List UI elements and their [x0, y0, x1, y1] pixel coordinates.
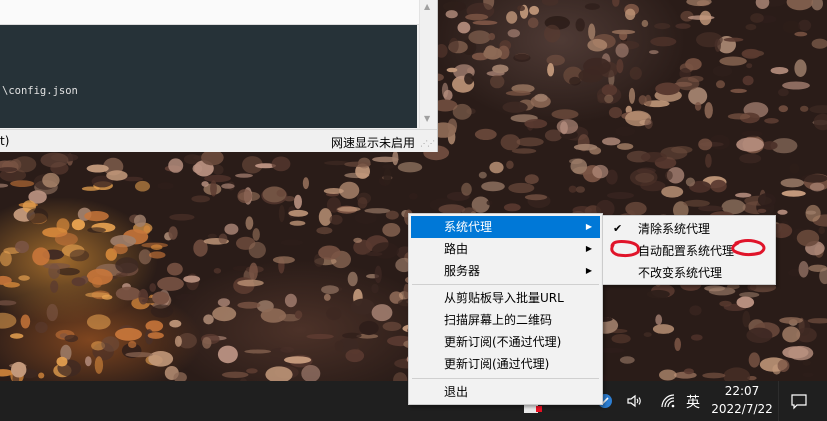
- taskbar-divider: [778, 381, 779, 421]
- log-line: \config.json: [2, 85, 78, 97]
- submenu-item-clear-proxy[interactable]: ✔ 清除系统代理: [605, 218, 773, 240]
- chevron-right-icon: ▶: [585, 266, 592, 275]
- wifi-icon[interactable]: [660, 393, 676, 409]
- checkmark-icon: ✔: [613, 222, 623, 235]
- menu-separator: [412, 284, 599, 285]
- notification-icon[interactable]: [790, 392, 808, 410]
- chevron-right-icon: ▶: [585, 244, 592, 253]
- menu-separator: [412, 378, 599, 379]
- clock-time[interactable]: 22:07: [714, 384, 770, 398]
- ime-indicator[interactable]: 英: [686, 392, 700, 412]
- system-proxy-submenu: ✔ 清除系统代理 自动配置系统代理 不改变系统代理: [602, 215, 776, 285]
- submenu-item-label: 清除系统代理: [638, 222, 711, 236]
- log-pane[interactable]: \config.json: [0, 25, 417, 128]
- menu-item-routing[interactable]: 路由 ▶: [411, 238, 600, 260]
- menu-item-label: 从剪贴板导入批量URL: [444, 291, 564, 305]
- menu-item-update-sub-direct[interactable]: 更新订阅(不通过代理): [411, 331, 600, 353]
- status-left-text: t): [0, 134, 10, 148]
- speaker-icon[interactable]: [626, 393, 642, 409]
- menu-item-import-clipboard[interactable]: 从剪贴板导入批量URL: [411, 287, 600, 309]
- menu-item-label: 退出: [444, 385, 469, 399]
- speed-display-status: 网速显示未启用: [330, 136, 415, 150]
- resize-grip-icon[interactable]: ⋰⋰: [420, 139, 435, 148]
- menu-item-label: 服务器: [444, 264, 481, 278]
- menu-item-label: 系统代理: [444, 220, 493, 234]
- menu-item-update-sub-proxy[interactable]: 更新订阅(通过代理): [411, 353, 600, 375]
- menu-item-label: 更新订阅(通过代理): [444, 357, 550, 371]
- submenu-item-auto-proxy[interactable]: 自动配置系统代理: [605, 240, 773, 262]
- submenu-item-label: 不改变系统代理: [638, 266, 723, 280]
- menu-item-system-proxy[interactable]: 系统代理 ▶: [411, 216, 600, 238]
- menu-item-scan-qr[interactable]: 扫描屏幕上的二维码: [411, 309, 600, 331]
- chevron-right-icon: ▶: [585, 222, 592, 231]
- menu-item-label: 更新订阅(不通过代理): [444, 335, 562, 349]
- submenu-item-label: 自动配置系统代理: [638, 244, 735, 258]
- scroll-up-icon[interactable]: ▲: [424, 2, 430, 11]
- status-bar: t) 网速显示未启用 ⋰⋰: [0, 129, 437, 152]
- menu-item-exit[interactable]: 退出: [411, 381, 600, 403]
- submenu-item-no-change[interactable]: 不改变系统代理: [605, 262, 773, 284]
- v2rayn-main-window: \config.json ▲ ▼ t) 网速显示未启用 ⋰⋰: [0, 0, 438, 152]
- scroll-down-icon[interactable]: ▼: [424, 114, 430, 123]
- window-toolbar: [0, 0, 419, 25]
- menu-item-label: 路由: [444, 242, 469, 256]
- tray-context-menu: 系统代理 ▶ 路由 ▶ 服务器 ▶ 从剪贴板导入批量URL 扫描屏幕上的二维码 …: [408, 213, 603, 405]
- menu-item-servers[interactable]: 服务器 ▶: [411, 260, 600, 282]
- clock-date[interactable]: 2022/7/22: [708, 402, 776, 416]
- menu-item-label: 扫描屏幕上的二维码: [444, 313, 553, 327]
- vertical-scrollbar[interactable]: ▲ ▼: [419, 0, 437, 128]
